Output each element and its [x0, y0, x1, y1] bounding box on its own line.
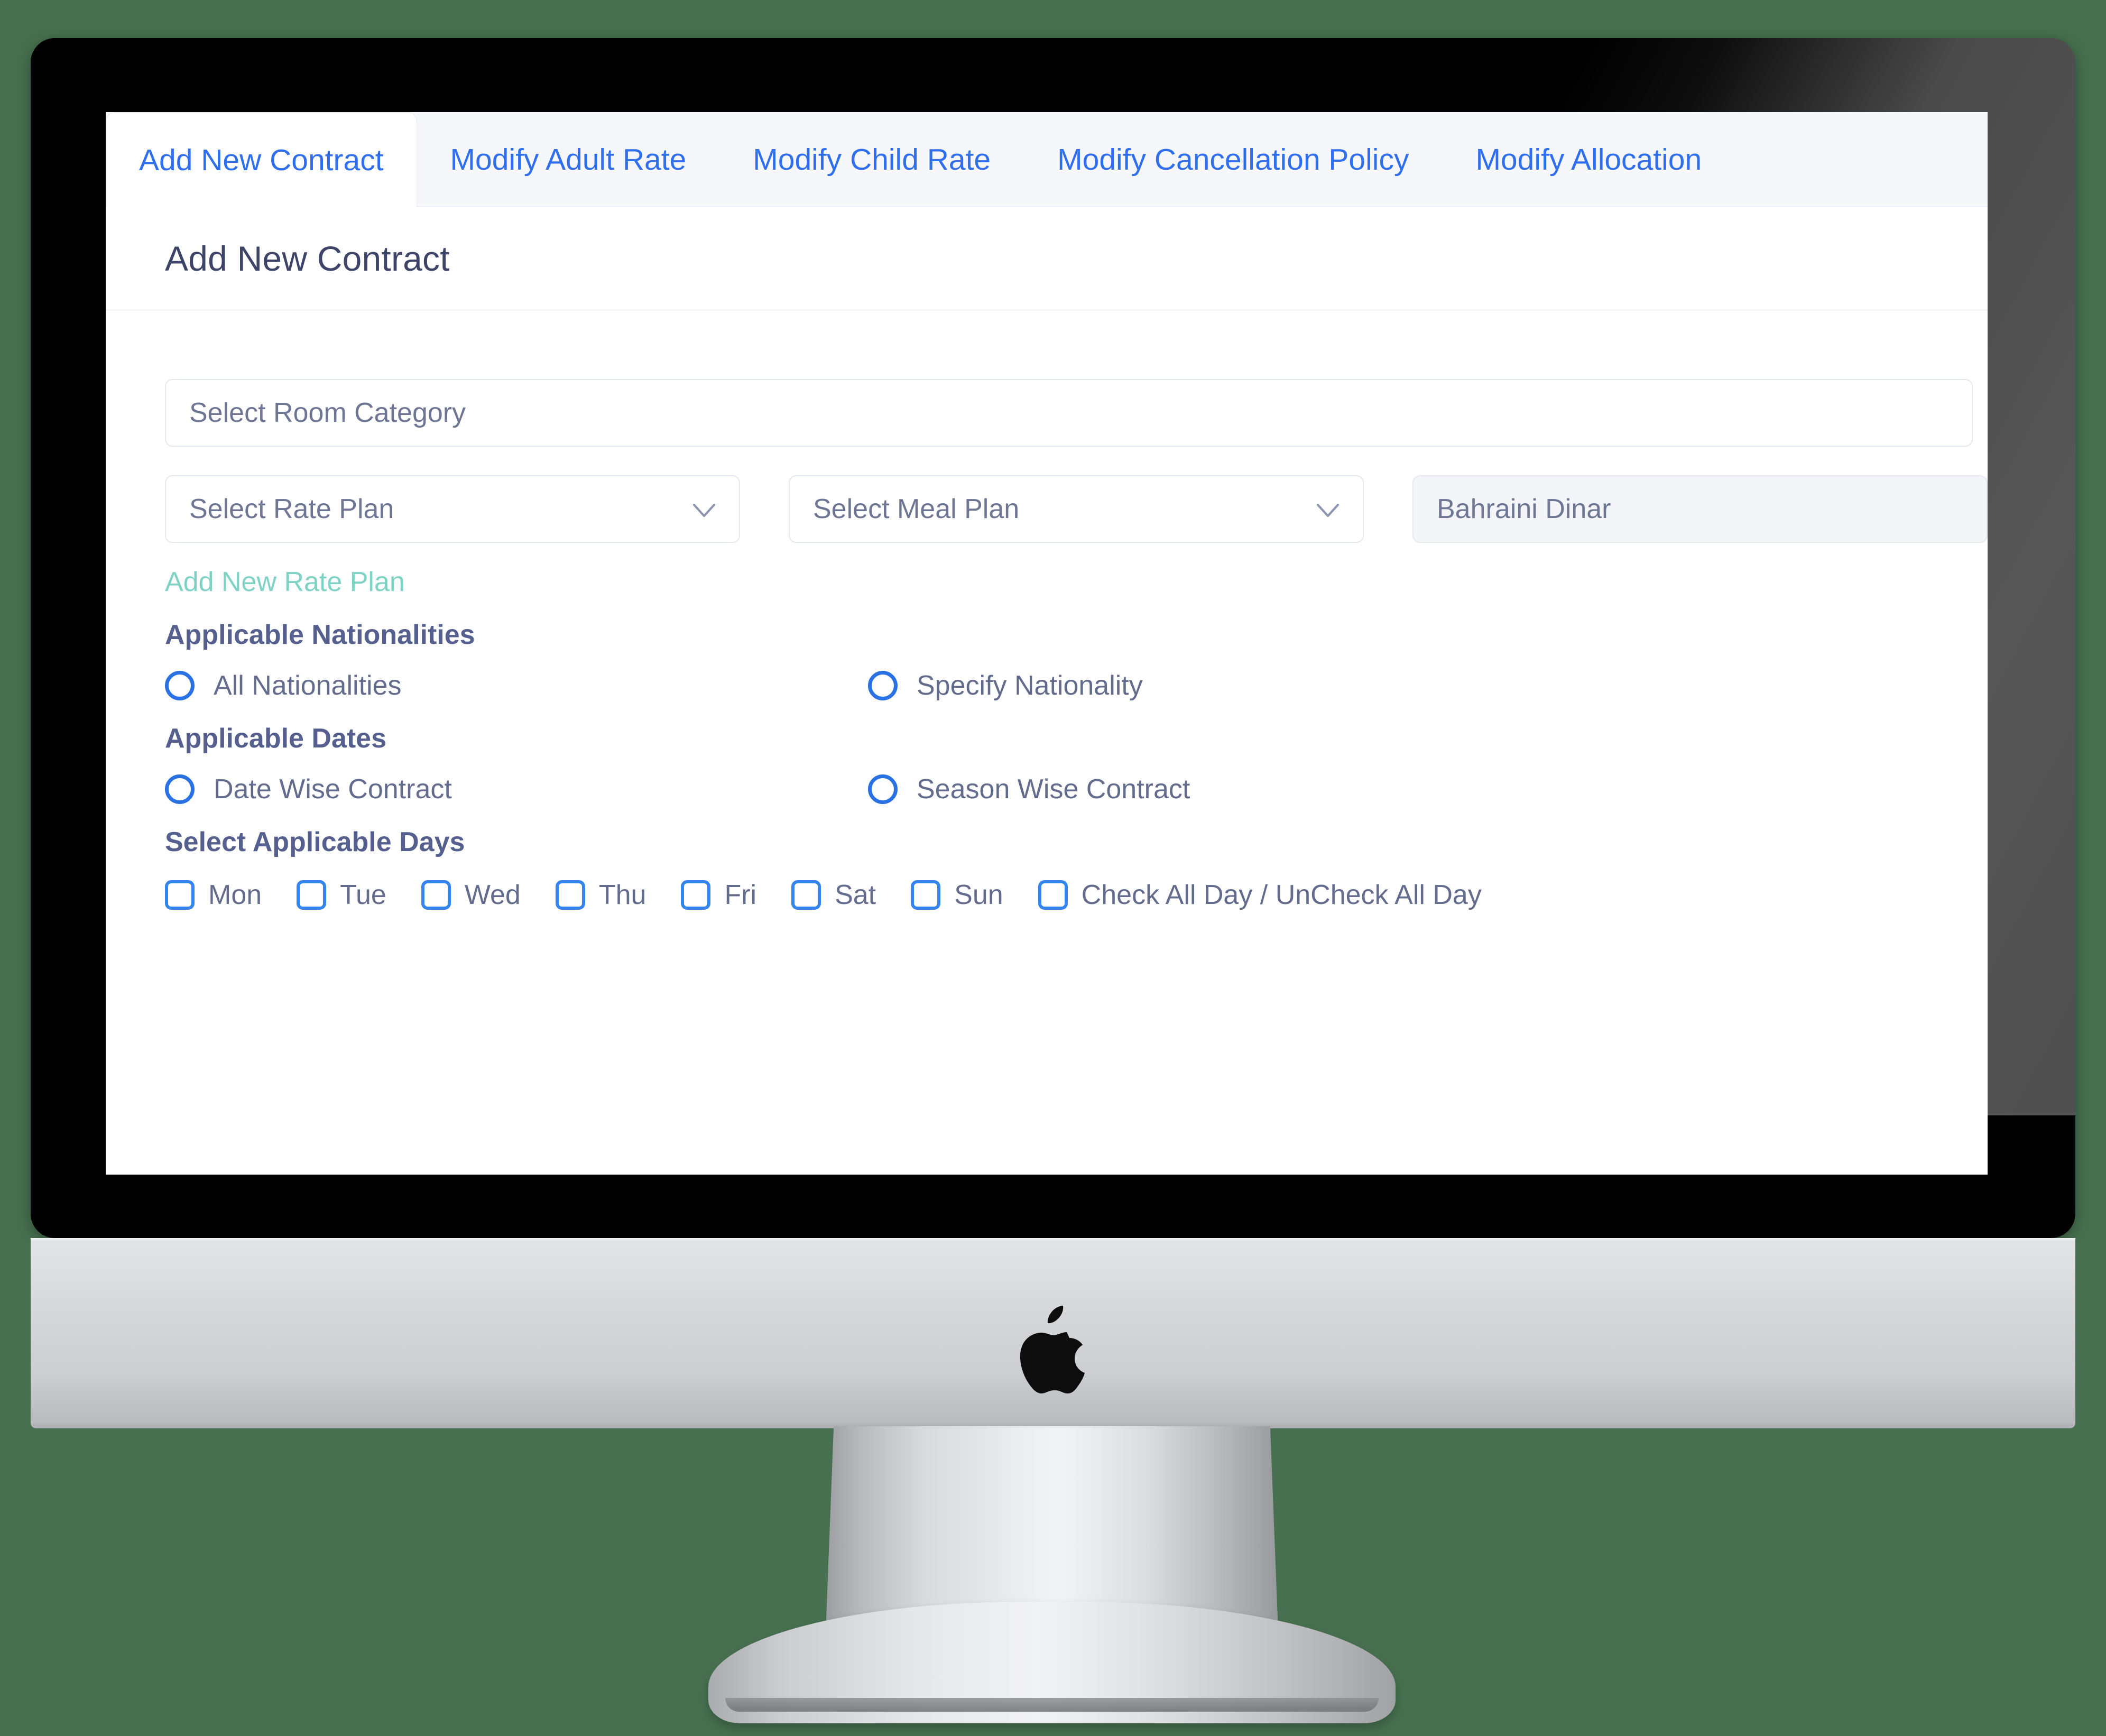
checkbox-wed[interactable]: Wed [421, 879, 521, 911]
checkbox-icon [555, 880, 585, 910]
checkbox-label: Wed [464, 880, 521, 910]
tab-label: Modify Adult Rate [450, 143, 687, 177]
room-category-select[interactable]: Select Room Category [165, 379, 1973, 447]
tab-modify-cancellation-policy[interactable]: Modify Cancellation Policy [1024, 112, 1443, 207]
checkbox-icon [421, 880, 451, 910]
checkbox-label: Sun [954, 880, 1003, 910]
radio-icon [165, 671, 195, 700]
radio-label: Specify Nationality [917, 670, 1143, 701]
page-header: Add New Contract [106, 207, 1988, 310]
checkbox-icon [297, 880, 327, 910]
chevron-down-icon [1316, 493, 1340, 525]
checkbox-thu[interactable]: Thu [555, 879, 646, 911]
checkbox-icon [791, 880, 821, 910]
checkbox-icon [911, 880, 941, 910]
radio-date-wise-contract[interactable]: Date Wise Contract [165, 773, 868, 805]
checkbox-check-all-days[interactable]: Check All Day / UnCheck All Day [1038, 879, 1482, 911]
page-title: Add New Contract [165, 239, 450, 278]
chevron-down-icon [692, 493, 716, 525]
add-new-rate-plan-link[interactable]: Add New Rate Plan [165, 566, 405, 598]
tab-modify-child-rate[interactable]: Modify Child Rate [719, 112, 1024, 207]
tab-modify-allocation[interactable]: Modify Allocation [1442, 112, 1735, 207]
radio-label: All Nationalities [214, 670, 402, 701]
tab-label: Modify Cancellation Policy [1057, 143, 1409, 177]
checkbox-sun[interactable]: Sun [911, 879, 1003, 911]
tab-bar: Add New Contract Modify Adult Rate Modif… [106, 112, 1988, 207]
applicable-nationalities-heading: Applicable Nationalities [165, 620, 475, 650]
plan-select-row: Select Rate Plan Select Meal Plan Bahrai… [165, 475, 1988, 543]
checkbox-sat[interactable]: Sat [791, 879, 876, 911]
tab-modify-adult-rate[interactable]: Modify Adult Rate [417, 112, 720, 207]
checkbox-icon [1038, 880, 1068, 910]
applicable-days-row: Mon Tue Wed Thu Fri Sat Sun Check All Da… [165, 879, 1988, 911]
screen-content: Add New Contract Modify Adult Rate Modif… [106, 112, 1988, 1175]
tab-label: Add New Contract [139, 143, 384, 177]
checkbox-label: Mon [208, 880, 262, 910]
radio-label: Date Wise Contract [214, 774, 452, 805]
room-category-value: Select Room Category [189, 398, 466, 428]
applicable-dates-heading: Applicable Dates [165, 723, 387, 754]
radio-icon [868, 774, 898, 804]
tab-label: Modify Child Rate [753, 143, 991, 177]
rate-plan-value: Select Rate Plan [189, 494, 394, 524]
meal-plan-value: Select Meal Plan [813, 494, 1020, 524]
radio-specify-nationality[interactable]: Specify Nationality [868, 670, 1143, 701]
checkbox-label: Sat [835, 880, 876, 910]
checkbox-label: Check All Day / UnCheck All Day [1081, 880, 1482, 910]
contract-form: Select Room Category Select Rate Plan Se… [106, 310, 1988, 911]
imac-device: Add New Contract Modify Adult Rate Modif… [0, 0, 2106, 1736]
tab-add-new-contract[interactable]: Add New Contract [106, 112, 417, 207]
checkbox-label: Fri [724, 880, 757, 910]
monitor-base-edge [725, 1698, 1379, 1712]
checkbox-label: Thu [598, 880, 646, 910]
rate-plan-select[interactable]: Select Rate Plan [165, 475, 740, 543]
checkbox-mon[interactable]: Mon [165, 879, 262, 911]
monitor-chin-highlight [31, 1238, 2075, 1241]
radio-label: Season Wise Contract [917, 774, 1190, 805]
checkbox-icon [681, 880, 711, 910]
radio-all-nationalities[interactable]: All Nationalities [165, 670, 868, 701]
select-applicable-days-heading: Select Applicable Days [165, 827, 465, 857]
currency-value: Bahraini Dinar [1437, 494, 1611, 524]
radio-icon [868, 671, 898, 700]
meal-plan-select[interactable]: Select Meal Plan [789, 475, 1364, 543]
checkbox-label: Tue [340, 880, 386, 910]
radio-icon [165, 774, 195, 804]
apple-logo-icon [1004, 1300, 1094, 1406]
dates-options: Date Wise Contract Season Wise Contract [165, 773, 1988, 805]
currency-field[interactable]: Bahraini Dinar [1412, 475, 1988, 543]
tab-label: Modify Allocation [1475, 143, 1702, 177]
nationality-options: All Nationalities Specify Nationality [165, 670, 1988, 701]
checkbox-tue[interactable]: Tue [297, 879, 386, 911]
checkbox-icon [165, 880, 195, 910]
radio-season-wise-contract[interactable]: Season Wise Contract [868, 773, 1190, 805]
checkbox-fri[interactable]: Fri [681, 879, 756, 911]
